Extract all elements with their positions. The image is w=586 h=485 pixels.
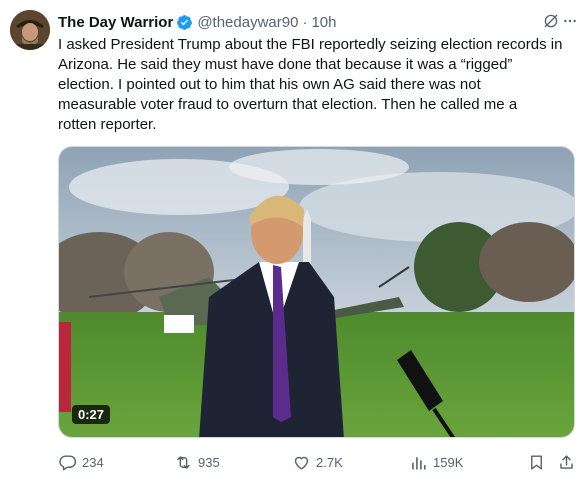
share-icon: [560, 454, 573, 469]
author-name[interactable]: The Day Warrior: [58, 14, 173, 31]
separator-dot: ·: [302, 13, 308, 31]
views-button[interactable]: 159K: [409, 450, 463, 474]
author-handle[interactable]: @thedaywar90: [197, 14, 298, 31]
tweet-header: The Day Warrior @thedaywar90 · 10h: [58, 12, 578, 32]
bookmark-icon: [531, 454, 542, 470]
tweet-text: I asked President Trump about the FBI re…: [58, 36, 563, 133]
views-icon: [412, 456, 426, 470]
action-bar: 234 935 2.7K 159K: [58, 450, 578, 474]
repost-count: 935: [198, 454, 220, 470]
reply-count: 234: [82, 454, 104, 470]
verified-badge-icon: [177, 14, 193, 30]
bookmark-button[interactable]: [527, 450, 551, 474]
view-count: 159K: [433, 454, 464, 470]
more-icon[interactable]: [562, 13, 578, 29]
like-button[interactable]: 2.7K: [292, 450, 343, 474]
video-thumbnail: [59, 147, 574, 437]
video-player[interactable]: [58, 146, 575, 438]
repost-button[interactable]: 935: [174, 450, 220, 474]
repost-icon: [177, 455, 190, 469]
share-button[interactable]: [557, 450, 581, 474]
grok-icon[interactable]: [542, 12, 560, 30]
timestamp[interactable]: 10h: [311, 14, 336, 31]
avatar[interactable]: [10, 10, 50, 50]
reply-button[interactable]: 234: [58, 450, 104, 474]
avatar-image: [10, 10, 50, 50]
like-count: 2.7K: [316, 454, 343, 470]
heart-icon: [294, 456, 309, 470]
video-duration: 0:27: [72, 405, 111, 424]
reply-icon: [59, 454, 77, 470]
